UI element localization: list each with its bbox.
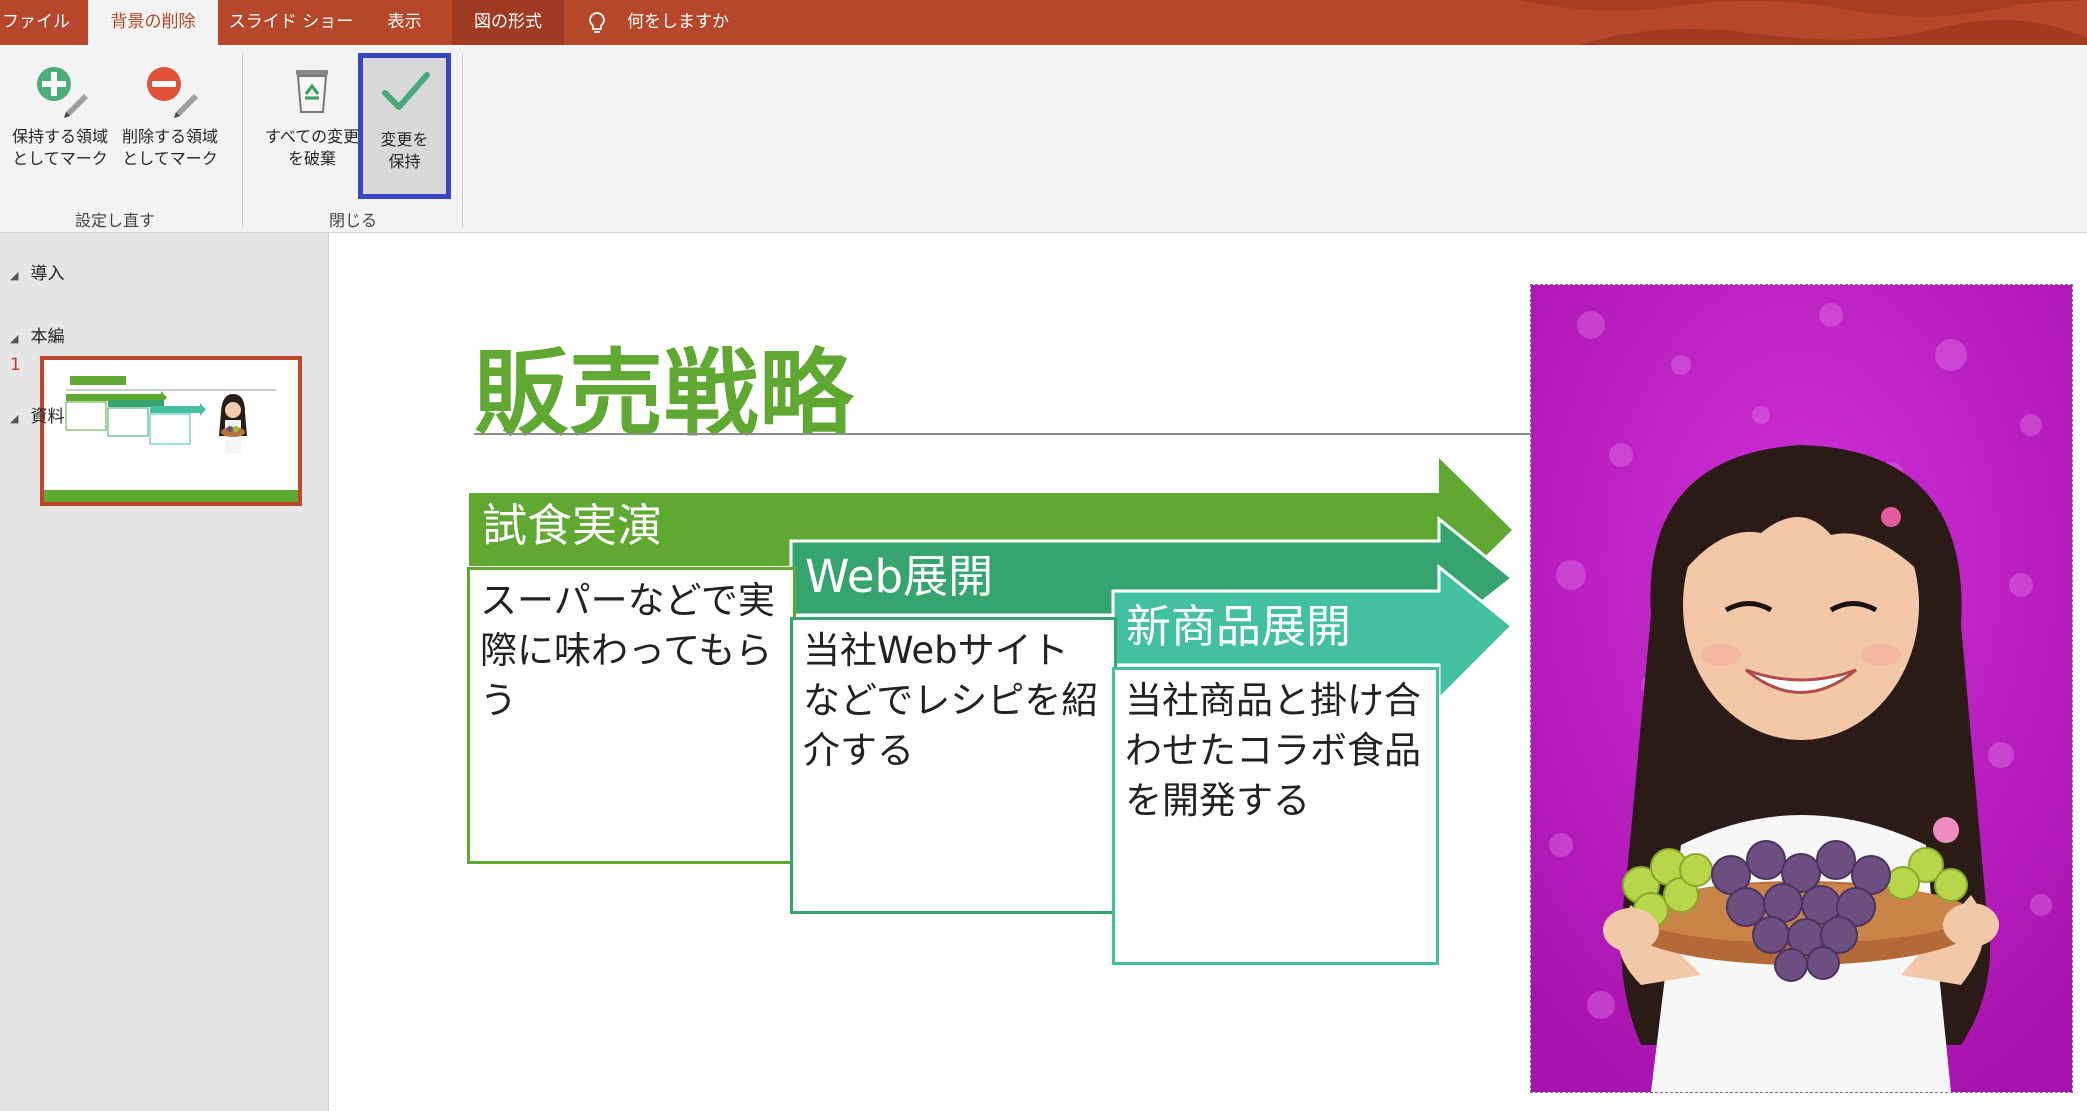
group-label-close: 閉じる — [328, 211, 377, 230]
title-bar-decoration — [1520, 0, 2087, 45]
slide-number: 1 — [10, 355, 21, 375]
picture-background-removal-preview[interactable] — [1530, 284, 2073, 1093]
discard-label-line1: すべての変更 — [264, 127, 360, 146]
group-separator — [242, 53, 243, 228]
step3-label[interactable]: 新商品展開 — [1126, 590, 1351, 655]
lightbulb-icon — [589, 12, 605, 33]
collapse-triangle-icon[interactable]: ◢ — [10, 412, 18, 425]
mark-keep-label-line2: としてマーク — [12, 149, 108, 168]
tab-picture-format[interactable]: 図の形式 — [452, 0, 564, 45]
section-main-label: 本編 — [30, 327, 65, 347]
collapse-triangle-icon[interactable]: ◢ — [10, 269, 18, 282]
ribbon: 保持する領域 としてマーク 削除する領域 としてマーク 設定し直す すべての変更… — [0, 45, 2087, 233]
keep-changes-label-line2: 保持 — [388, 152, 421, 171]
tab-view[interactable]: 表示 — [372, 0, 437, 45]
section-intro-label: 導入 — [30, 264, 65, 284]
tell-me-label: 何をしますか — [627, 12, 729, 32]
keep-changes-label-line1: 変更を — [380, 130, 429, 149]
recycle-bin-icon — [296, 70, 328, 113]
plus-pencil-icon — [37, 67, 88, 118]
tab-background-removal[interactable]: 背景の削除 — [88, 0, 218, 45]
mark-areas-to-keep-button[interactable]: 保持する領域 としてマーク — [6, 52, 114, 192]
step2-label[interactable]: Web展開 — [805, 540, 993, 605]
collapse-triangle-icon[interactable]: ◢ — [10, 332, 18, 345]
discard-all-changes-button[interactable]: すべての変更 を破棄 — [258, 52, 366, 192]
slide-thumbnail-preview — [44, 360, 298, 502]
mark-remove-label-line1: 削除する領域 — [121, 127, 218, 146]
tab-slideshow[interactable]: スライド ショー — [226, 0, 356, 45]
section-materials-label: 資料 — [30, 407, 65, 427]
group-label-refine: 設定し直す — [74, 211, 155, 230]
mark-keep-label-line1: 保持する領域 — [11, 127, 108, 146]
slide-thumbnail-pane: ◢ 導入 ◢ 本編 1 ◢ 資料 — [0, 233, 329, 1111]
step2-textbox[interactable]: 当社Webサイトなどでレシピを紹介する — [790, 617, 1117, 914]
slide-thumbnail[interactable] — [40, 356, 302, 506]
mark-areas-to-remove-button[interactable]: 削除する領域 としてマーク — [116, 52, 224, 192]
step3-textbox[interactable]: 当社商品と掛け合わせたコラボ食品を開発する — [1112, 667, 1439, 965]
slide-editing-canvas[interactable]: 販売戦略 試食実演 Web展開 新商品展開 スーパーなどで実際に味わってもらう … — [329, 233, 2087, 1111]
section-main[interactable]: ◢ 本編 — [10, 322, 64, 347]
discard-label-line2: を破棄 — [287, 149, 336, 168]
minus-pencil-icon — [147, 67, 198, 118]
section-intro[interactable]: ◢ 導入 — [10, 259, 64, 284]
keep-changes-button[interactable]: 変更を 保持 — [358, 53, 451, 199]
checkmark-icon — [381, 72, 430, 110]
section-materials[interactable]: ◢ 資料 — [10, 402, 64, 427]
step1-textbox[interactable]: スーパーなどで実際に味わってもらう — [467, 567, 796, 864]
ribbon-tab-bar: ファイル 背景の削除 スライド ショー 表示 図の形式 何をしますか — [0, 0, 2087, 45]
step1-label[interactable]: 試食実演 — [482, 489, 662, 554]
group-separator — [462, 53, 463, 228]
tab-file[interactable]: ファイル — [0, 0, 72, 45]
girl-holding-grapes-picture — [1531, 285, 2072, 1092]
mark-remove-label-line2: としてマーク — [122, 149, 218, 168]
